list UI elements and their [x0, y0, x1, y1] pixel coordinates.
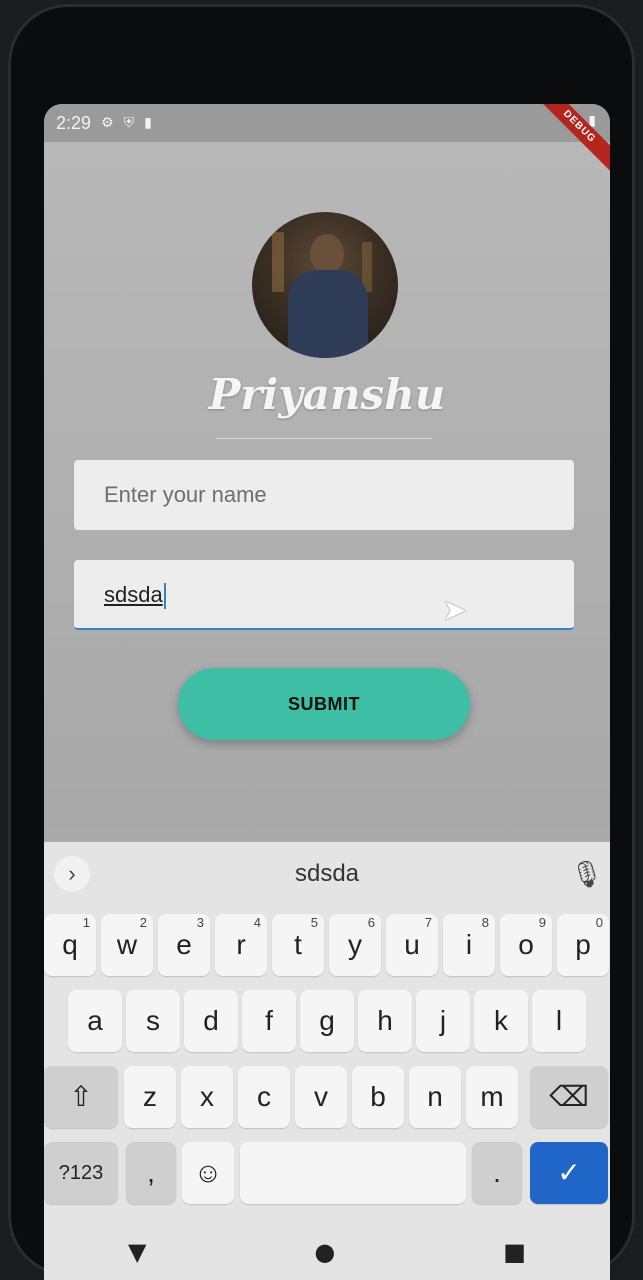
mouse-pointer-icon: ➤: [442, 593, 468, 628]
enter-key[interactable]: ✓: [530, 1142, 608, 1204]
key-c[interactable]: c: [238, 1066, 290, 1128]
key-e[interactable]: e3: [158, 914, 210, 976]
key-k[interactable]: k: [474, 990, 528, 1052]
key-t[interactable]: t5: [272, 914, 324, 976]
recents-icon[interactable]: ■: [503, 1238, 526, 1266]
key-b[interactable]: b: [352, 1066, 404, 1128]
chevron-right-icon[interactable]: ›: [54, 856, 90, 892]
symbols-key[interactable]: ?123: [44, 1142, 118, 1204]
key-n[interactable]: n: [409, 1066, 461, 1128]
key-p[interactable]: p0: [557, 914, 609, 976]
sd-card-icon: ▮: [144, 115, 152, 131]
period-key[interactable]: .: [472, 1142, 522, 1204]
key-f[interactable]: f: [242, 990, 296, 1052]
backspace-key[interactable]: ⌫: [530, 1066, 608, 1128]
key-v[interactable]: v: [295, 1066, 347, 1128]
status-bar: 2:29 ⚙ ⛨ ▮ ▼ ▮: [44, 104, 610, 142]
key-j[interactable]: j: [416, 990, 470, 1052]
key-u[interactable]: u7: [386, 914, 438, 976]
text-input-active[interactable]: sdsda: [74, 560, 574, 630]
submit-button[interactable]: SUBMIT: [178, 668, 470, 740]
emoji-key[interactable]: ☺: [182, 1142, 234, 1204]
comma-key[interactable]: ,: [126, 1142, 176, 1204]
name-input[interactable]: Enter your name: [74, 460, 574, 530]
name-input-placeholder: Enter your name: [104, 482, 267, 507]
profile-name: Priyanshu: [208, 370, 446, 419]
key-d[interactable]: d: [184, 990, 238, 1052]
key-w[interactable]: w2: [101, 914, 153, 976]
soft-keyboard: › sdsda 🎙 q1 w2 e3 r4 t5 y6 u7 i8 o9 p0 …: [44, 842, 610, 1280]
key-h[interactable]: h: [358, 990, 412, 1052]
key-x[interactable]: x: [181, 1066, 233, 1128]
text-input-value: sdsda: [104, 582, 163, 607]
key-i[interactable]: i8: [443, 914, 495, 976]
shield-icon: ⛨: [123, 115, 135, 131]
key-q[interactable]: q1: [44, 914, 96, 976]
key-z[interactable]: z: [124, 1066, 176, 1128]
key-o[interactable]: o9: [500, 914, 552, 976]
divider: [216, 438, 432, 439]
shift-key[interactable]: ⇧: [44, 1066, 118, 1128]
suggestion-bar: › sdsda 🎙: [44, 842, 610, 906]
back-icon[interactable]: ▼: [128, 1238, 146, 1266]
microphone-icon[interactable]: 🎙: [570, 856, 603, 892]
submit-label: SUBMIT: [288, 693, 360, 714]
key-l[interactable]: l: [532, 990, 586, 1052]
key-s[interactable]: s: [126, 990, 180, 1052]
home-icon[interactable]: ●: [314, 1238, 335, 1266]
navigation-bar: ▼ ● ■: [44, 1224, 610, 1280]
gear-icon: ⚙: [101, 115, 114, 131]
app-screen: 2:29 ⚙ ⛨ ▮ ▼ ▮ DEBUG Priyanshu Enter you…: [44, 104, 610, 1280]
suggestion-word[interactable]: sdsda: [295, 860, 359, 888]
key-g[interactable]: g: [300, 990, 354, 1052]
key-r[interactable]: r4: [215, 914, 267, 976]
text-caret: [163, 583, 166, 610]
status-time: 2:29: [56, 112, 92, 133]
space-key[interactable]: [240, 1142, 466, 1204]
avatar: [252, 212, 398, 358]
key-m[interactable]: m: [466, 1066, 518, 1128]
key-a[interactable]: a: [68, 990, 122, 1052]
key-y[interactable]: y6: [329, 914, 381, 976]
